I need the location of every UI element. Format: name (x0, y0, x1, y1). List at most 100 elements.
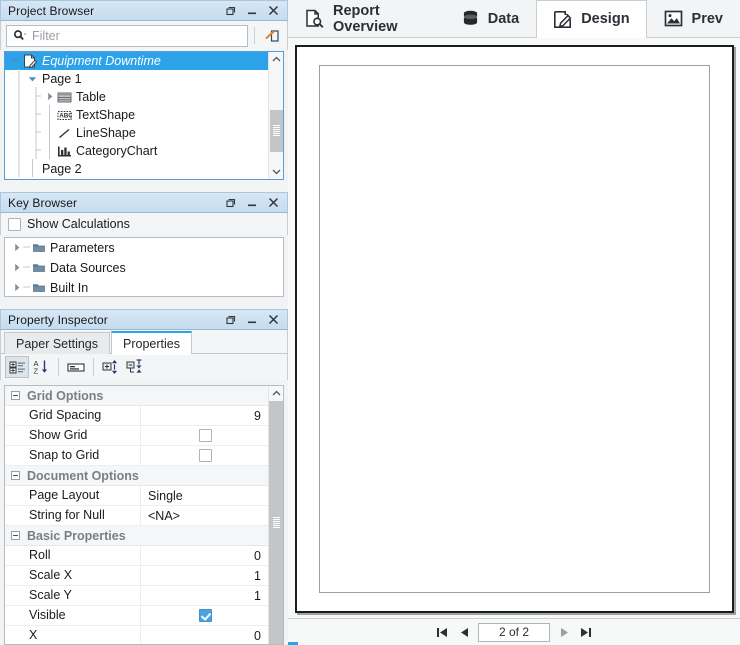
property-value[interactable] (141, 609, 268, 622)
property-group-grid-options[interactable]: Grid Options (5, 386, 268, 406)
property-grid-scrollbar[interactable] (268, 386, 283, 644)
property-value[interactable]: 0 (141, 549, 268, 563)
chevron-down-icon[interactable] (26, 72, 39, 86)
property-grid[interactable]: Grid Options Grid Spacing 9 Show Grid Snap t… (4, 385, 284, 645)
property-group-document-options[interactable]: Document Options (5, 466, 268, 486)
tree-item-page-1[interactable]: Page 1 (5, 68, 268, 88)
property-checkbox[interactable] (199, 609, 212, 622)
filter-input[interactable]: Filter (32, 29, 60, 43)
folder-icon (30, 242, 47, 254)
property-inspector-panel: Property Inspector Paper Settings Proper… (0, 309, 288, 645)
expand-all-icon[interactable] (99, 356, 123, 378)
property-row-scale-x[interactable]: Scale X 1 (5, 566, 268, 586)
restore-icon[interactable] (225, 5, 237, 17)
property-row-scale-y[interactable]: Scale Y 1 (5, 586, 268, 606)
property-row-page-layout[interactable]: Page Layout Single (5, 486, 268, 506)
minimize-icon[interactable] (246, 5, 258, 17)
property-row-roll[interactable]: Roll 0 (5, 546, 268, 566)
chevron-down-icon[interactable] (9, 54, 22, 68)
property-row-visible[interactable]: Visible (5, 606, 268, 626)
key-browser-item-built-in[interactable]: Built In (5, 278, 283, 296)
first-page-icon[interactable] (434, 624, 450, 640)
property-row-string-for-null[interactable]: String for Null <NA> (5, 506, 268, 526)
restore-icon[interactable] (225, 314, 237, 326)
collapse-group-icon[interactable] (11, 531, 20, 540)
dock-splitter-2[interactable] (0, 302, 288, 314)
filter-input-box[interactable]: Filter (6, 24, 248, 47)
property-value[interactable] (141, 449, 268, 462)
show-calculations-row[interactable]: Show Calculations (0, 213, 288, 235)
property-value[interactable] (141, 429, 268, 442)
categorized-view-icon[interactable] (5, 356, 29, 378)
project-tree[interactable]: Equipment Downtime Page 1 Table ABC TextShap… (4, 51, 284, 180)
key-browser-item-parameters[interactable]: Parameters (5, 238, 283, 258)
property-row-grid-spacing[interactable]: Grid Spacing 9 (5, 406, 268, 426)
project-browser-panel: Project Browser Filter Equipment Downtim… (0, 0, 288, 185)
property-value[interactable]: 1 (141, 569, 268, 583)
tab-prev[interactable]: Prev (646, 0, 740, 37)
property-value[interactable]: 1 (141, 589, 268, 603)
property-row-show-grid[interactable]: Show Grid (5, 426, 268, 446)
property-checkbox[interactable] (199, 429, 212, 442)
scroll-grip (273, 125, 280, 137)
tab-label: Data (487, 10, 520, 27)
property-checkbox[interactable] (199, 449, 212, 462)
collapse-group-icon[interactable] (11, 391, 20, 400)
property-pages-icon[interactable] (64, 356, 88, 378)
tab-design[interactable]: Design (536, 0, 647, 38)
property-name: Snap to Grid (5, 446, 141, 465)
property-value[interactable]: 0 (141, 629, 268, 643)
tree-item-lineshape[interactable]: LineShape (5, 122, 268, 142)
link-node-icon[interactable] (261, 25, 283, 47)
close-icon[interactable] (267, 313, 280, 326)
search-dropdown-icon[interactable] (13, 29, 29, 42)
tab-properties[interactable]: Properties (111, 331, 192, 355)
tree-item-textshape[interactable]: ABC TextShape (5, 104, 268, 124)
dock-splitter-1[interactable] (0, 185, 288, 197)
tab-report-overview[interactable]: Report Overview (288, 0, 445, 37)
tree-item-table[interactable]: Table (5, 86, 268, 106)
page-number-field[interactable]: 2 of 2 (478, 622, 550, 642)
next-page-icon[interactable] (556, 624, 572, 640)
property-row-x[interactable]: X0 (5, 626, 268, 644)
previous-page-icon[interactable] (456, 624, 472, 640)
chevron-right-icon[interactable] (43, 90, 56, 104)
tab-paper-settings[interactable]: Paper Settings (4, 332, 110, 354)
close-icon[interactable] (267, 4, 280, 17)
report-page-sheet[interactable] (319, 65, 710, 593)
tree-item-label: Table (76, 90, 106, 104)
scroll-up-icon[interactable] (269, 386, 283, 401)
property-row-snap-to-grid[interactable]: Snap to Grid (5, 446, 268, 466)
chevron-right-icon[interactable] (10, 281, 23, 295)
scroll-thumb[interactable] (270, 401, 283, 644)
report-canvas-frame[interactable] (295, 45, 734, 613)
tab-data[interactable]: Data (444, 0, 537, 37)
property-group-basic-properties[interactable]: Basic Properties (5, 526, 268, 546)
project-tree-scrollbar[interactable] (268, 52, 283, 179)
property-value[interactable]: Single (141, 489, 268, 503)
last-page-icon[interactable] (578, 624, 594, 640)
restore-icon[interactable] (225, 197, 237, 209)
scroll-up-icon[interactable] (269, 52, 283, 67)
collapse-all-icon[interactable] (123, 356, 147, 378)
alphabetical-sort-icon[interactable]: A Z (29, 356, 53, 378)
key-browser-item-label: Data Sources (50, 261, 126, 275)
property-value[interactable]: <NA> (141, 509, 268, 523)
scroll-down-icon[interactable] (269, 164, 283, 179)
tree-item-categorychart[interactable]: CategoryChart (5, 140, 268, 160)
close-icon[interactable] (267, 196, 280, 209)
property-value[interactable]: 9 (141, 409, 268, 423)
key-browser-item-data-sources[interactable]: Data Sources (5, 258, 283, 278)
minimize-icon[interactable] (246, 314, 258, 326)
chevron-right-icon[interactable] (10, 241, 23, 255)
collapse-group-icon[interactable] (11, 471, 20, 480)
tree-item-equipment-downtime[interactable]: Equipment Downtime (5, 52, 268, 70)
key-browser-list[interactable]: Parameters Data Sources Built In (4, 237, 284, 297)
design-canvas-area[interactable] (288, 38, 740, 618)
scroll-thumb[interactable] (270, 110, 283, 152)
tree-item-page-2[interactable]: Page 2 (5, 158, 268, 178)
minimize-icon[interactable] (246, 197, 258, 209)
show-calculations-checkbox[interactable] (8, 217, 21, 231)
property-group-label: Document Options (27, 468, 139, 483)
chevron-right-icon[interactable] (10, 261, 23, 275)
